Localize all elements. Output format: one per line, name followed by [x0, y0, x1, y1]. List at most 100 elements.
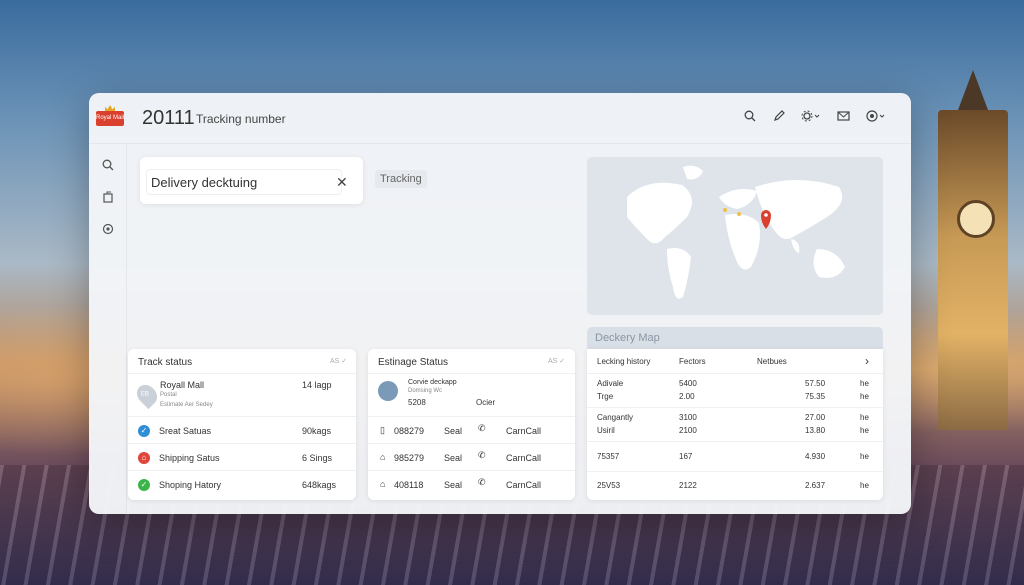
top-bar: Royal Mail 20111 Tracking number — [89, 93, 911, 144]
table-row[interactable]: 75357 167 4.930 he — [587, 441, 883, 472]
phone-icon: ✆ — [478, 423, 486, 433]
history-cell-c: 57.50 — [805, 379, 826, 388]
carrier-value: 14 lagp — [302, 380, 332, 390]
history-card: Lecking history Fectors Netbues › Adival… — [587, 349, 883, 500]
estimate-row-id: 985279 — [394, 453, 425, 463]
delivery-map-tab-label: Deckery Map — [595, 332, 660, 344]
logo-text: Royal Mail — [96, 115, 125, 121]
track-status-card: Track status AS ✓ EB Royall Mall Postal … — [128, 349, 356, 500]
history-cell-d: he — [860, 379, 869, 388]
history-cell-b: 2.00 — [679, 392, 695, 401]
carrier-name: Royall Mall — [160, 380, 205, 390]
estimate-row-id: 408118 — [394, 480, 424, 490]
estimate-carrier-code: 5208 — [408, 398, 426, 407]
sidebar-location-icon[interactable] — [102, 223, 114, 238]
sidebar-package-icon[interactable] — [102, 191, 114, 206]
history-header-name: Lecking history — [597, 357, 651, 366]
clear-search-button[interactable]: ✕ — [336, 174, 348, 191]
tracking-chip[interactable]: Tracking — [375, 170, 427, 188]
history-cell-b: 2122 — [679, 481, 697, 490]
delivery-marker-icon — [761, 210, 771, 229]
history-cell-b: 3100 — [679, 413, 697, 422]
table-row[interactable]: Adivale 5400 57.50 he Trge 2.00 75.35 he — [587, 373, 883, 407]
account-icon[interactable] — [866, 110, 886, 125]
phone-icon: ✆ — [478, 450, 486, 460]
history-cell-c: 75.35 — [805, 392, 826, 401]
tower-clock — [957, 200, 995, 238]
estimate-row-type: Seal — [444, 426, 463, 436]
estimate-status-tag[interactable]: AS ✓ — [548, 357, 565, 365]
world-map[interactable] — [587, 157, 883, 315]
search-card: ✕ — [140, 157, 363, 204]
status-row-value: 648kags — [302, 480, 337, 490]
tower-spire — [958, 70, 988, 110]
estimate-carrier-label: Ocier — [476, 398, 496, 407]
history-cell-d: he — [860, 481, 869, 490]
tracking-number: 20111 — [142, 107, 195, 129]
history-cell-a: 75357 — [597, 452, 620, 461]
status-row[interactable]: ⌂ Shipping Satus 6 Sings — [128, 443, 356, 471]
estimate-status-card: Estinage Status AS ✓ Corvie deckapp Doms… — [368, 349, 575, 500]
history-cell-d: he — [860, 426, 869, 435]
status-row-label: Shoping Hatory — [159, 480, 222, 490]
mail-icon[interactable] — [837, 110, 850, 125]
home-icon: ⌂ — [380, 479, 386, 489]
edit-icon[interactable] — [773, 110, 785, 125]
carrier-sub1: Postal — [160, 392, 177, 398]
status-row[interactable]: ✓ Sreat Satuas 90kags — [128, 416, 356, 444]
history-cell-d: he — [860, 452, 869, 461]
tracking-number-label: Tracking number — [196, 112, 286, 126]
status-row[interactable]: ✓ Shoping Hatory 648kags — [128, 470, 356, 498]
status-row-value: 90kags — [302, 426, 332, 436]
royal-mail-logo[interactable]: Royal Mail — [96, 111, 124, 126]
history-header-fectors: Fectors — [679, 357, 706, 366]
settings-icon[interactable] — [801, 110, 821, 125]
history-cell-a: Cangantly — [597, 413, 634, 422]
delivery-map-tab[interactable]: Deckery Map — [587, 327, 883, 349]
track-status-tag[interactable]: AS ✓ — [330, 357, 347, 365]
tracking-app-window: Royal Mail 20111 Tracking number Deliver… — [89, 93, 911, 514]
history-cell-a: Adivale — [597, 379, 624, 388]
world-map-graphic — [627, 165, 845, 299]
history-cell-c: 4.930 — [805, 452, 826, 461]
estimate-row-action[interactable]: CarnCall — [506, 426, 541, 436]
home-icon: ⌂ — [138, 452, 150, 464]
avatar — [378, 381, 398, 401]
estimate-row-type: Seal — [444, 453, 463, 463]
history-cell-b: 167 — [679, 452, 693, 461]
estimate-row-id: 088279 — [394, 426, 425, 436]
estimate-row-action[interactable]: CarnCall — [506, 480, 541, 490]
status-row-value: 6 Sings — [302, 453, 333, 463]
estimate-row[interactable]: ▯ 088279 Seal ✆ CarnCall — [368, 416, 575, 444]
carrier-sub2: Estimate Aer Sedey — [160, 402, 213, 408]
history-cell-a: Trge — [597, 392, 614, 401]
status-row-label: Sreat Satuas — [159, 426, 212, 436]
history-cell-b: 5400 — [679, 379, 697, 388]
estimate-row-action[interactable]: CarnCall — [506, 453, 541, 463]
history-header-netbues: Netbues — [757, 357, 787, 366]
background-clock-tower — [938, 70, 1008, 430]
estimate-carrier-sub: Domsing Wc — [408, 388, 443, 394]
history-cell-c: 27.00 — [805, 413, 826, 422]
tracking-search-input[interactable] — [146, 169, 342, 195]
status-row-label: Shipping Satus — [159, 453, 220, 463]
history-cell-a: Usiril — [597, 426, 615, 435]
history-cell-c: 13.80 — [805, 426, 826, 435]
history-cell-d: he — [860, 413, 869, 422]
search-icon[interactable] — [744, 110, 756, 125]
sidebar — [89, 143, 127, 514]
estimate-carrier-row[interactable]: Corvie deckapp Domsing Wc 5208 Ocier — [368, 373, 575, 417]
history-cell-d: he — [860, 392, 869, 401]
estimate-row[interactable]: ⌂ 408118 Seal ✆ CarnCall — [368, 470, 575, 498]
chevron-right-icon[interactable]: › — [865, 354, 869, 368]
table-row[interactable]: Cangantly 3100 27.00 he Usiril 2100 13.8… — [587, 407, 883, 442]
package-icon: ▯ — [380, 425, 385, 435]
history-cell-c: 2.637 — [805, 481, 826, 490]
estimate-row[interactable]: ⌂ 985279 Seal ✆ CarnCall — [368, 443, 575, 471]
check-icon: ✓ — [138, 479, 150, 491]
carrier-row[interactable]: EB Royall Mall Postal Estimate Aer Sedey… — [128, 373, 356, 417]
table-row[interactable]: 25V53 2122 2.637 he — [587, 471, 883, 500]
carrier-pin-icon: EB — [132, 380, 162, 410]
sidebar-search-icon[interactable] — [102, 159, 114, 174]
check-icon: ✓ — [138, 425, 150, 437]
